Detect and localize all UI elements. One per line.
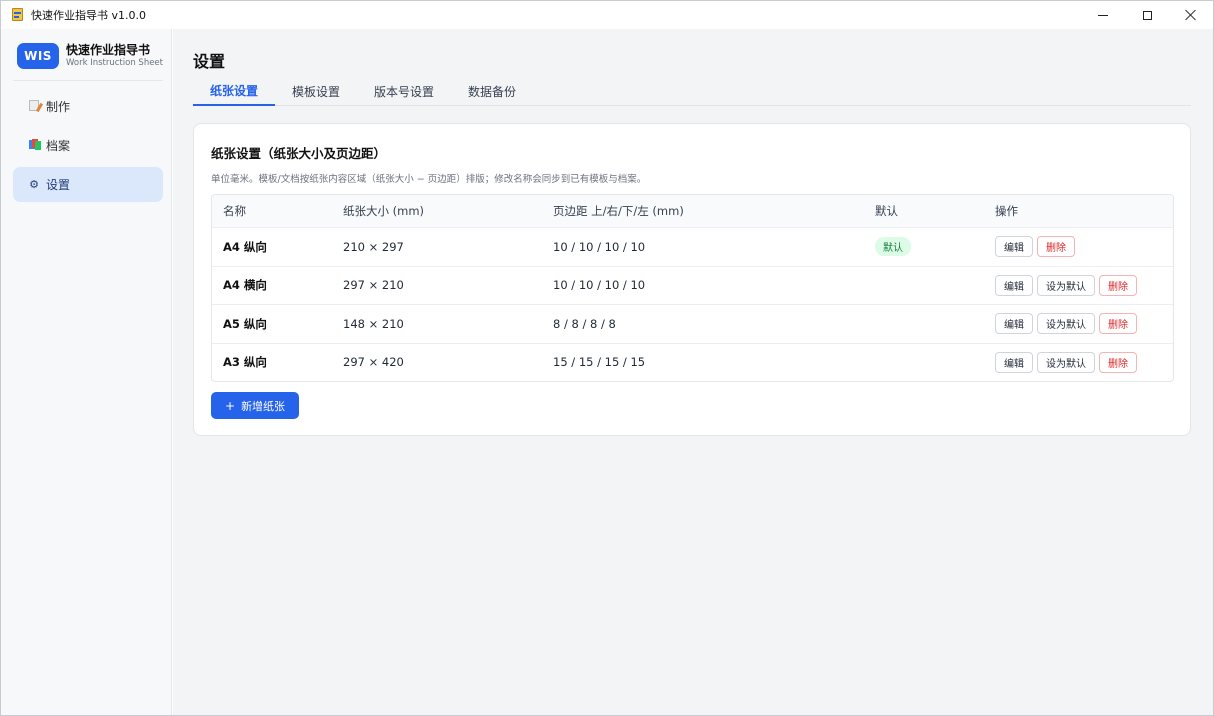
close-button[interactable] <box>1169 1 1213 29</box>
row-margin: 10 / 10 / 10 / 10 <box>553 278 646 293</box>
edit-button[interactable]: 编辑 <box>995 274 1033 296</box>
minimize-button[interactable] <box>1081 1 1125 29</box>
brand-name: 快速作业指导书 <box>66 43 151 57</box>
edit-button[interactable]: 编辑 <box>995 351 1033 373</box>
files-icon <box>27 139 41 152</box>
row-size: 210 × 297 <box>343 239 404 254</box>
sidebar-item-settings[interactable]: ⚙ 设置 <box>13 167 163 202</box>
sidebar-item-make[interactable]: 制作 <box>13 89 163 124</box>
maximize-icon <box>1142 10 1152 20</box>
table-row: A4 横向 297 × 210 10 / 10 / 10 / 10 编辑 设为默… <box>212 265 1173 305</box>
header-actions: 操作 <box>995 204 1018 218</box>
delete-button[interactable]: 删除 <box>1037 236 1075 258</box>
window-controls <box>1081 1 1213 29</box>
header-default: 默认 <box>875 204 898 218</box>
brand: WIS 快速作业指导书 Work Instruction Sheet <box>17 43 163 69</box>
window-title: 快速作业指导书 v1.0.0 <box>31 9 146 22</box>
table-row: A5 纵向 148 × 210 8 / 8 / 8 / 8 编辑 设为默认 删除 <box>212 304 1173 343</box>
row-name: A5 纵向 <box>223 316 267 331</box>
brand-logo: WIS <box>17 43 59 69</box>
default-badge: 默认 <box>875 237 911 257</box>
card-title: 纸张设置（纸张大小及页边距） <box>211 146 387 161</box>
header-name: 名称 <box>223 204 246 218</box>
main-content: 设置 纸张设置 模板设置 版本号设置 数据备份 纸张设置（纸张大小及页边距） 单… <box>173 29 1213 715</box>
edit-button[interactable]: 编辑 <box>995 236 1033 258</box>
set-default-button[interactable]: 设为默认 <box>1037 351 1095 373</box>
delete-button[interactable]: 删除 <box>1099 351 1137 373</box>
row-name: A4 纵向 <box>223 239 267 254</box>
row-size: 148 × 210 <box>343 316 404 331</box>
set-default-button[interactable]: 设为默认 <box>1037 313 1095 335</box>
title-bar[interactable]: 快速作业指导书 v1.0.0 <box>1 1 1213 29</box>
edit-doc-icon <box>27 99 41 114</box>
app-icon <box>11 8 25 22</box>
row-name: A3 纵向 <box>223 355 267 370</box>
minimize-icon <box>1098 14 1108 16</box>
sidebar: WIS 快速作业指导书 Work Instruction Sheet 制作 档案… <box>1 29 172 715</box>
row-name: A4 横向 <box>223 278 267 293</box>
edit-button[interactable]: 编辑 <box>995 313 1033 335</box>
delete-button[interactable]: 删除 <box>1099 274 1137 296</box>
table-row: A3 纵向 297 × 420 15 / 15 / 15 / 15 编辑 设为默… <box>212 342 1173 382</box>
maximize-button[interactable] <box>1125 1 1169 29</box>
close-icon <box>1185 9 1197 21</box>
set-default-button[interactable]: 设为默认 <box>1037 274 1095 296</box>
app-window: 快速作业指导书 v1.0.0 WIS 快速作业指导书 Work Instruct… <box>0 0 1214 716</box>
row-margin: 15 / 15 / 15 / 15 <box>553 355 646 370</box>
row-margin: 10 / 10 / 10 / 10 <box>553 239 646 254</box>
row-size: 297 × 420 <box>343 355 404 370</box>
brand-subtitle: Work Instruction Sheet <box>66 58 163 68</box>
header-size: 纸张大小 (mm) <box>343 204 425 218</box>
card-description: 单位毫米。模板/文档按纸张内容区域（纸张大小 − 页边距）排版；修改名称会同步到… <box>211 174 647 185</box>
gear-icon: ⚙ <box>29 178 39 191</box>
tab-template[interactable]: 模板设置 <box>275 77 357 106</box>
sidebar-nav: 制作 档案 ⚙ 设置 <box>13 89 163 206</box>
row-size: 297 × 210 <box>343 278 404 293</box>
row-margin: 8 / 8 / 8 / 8 <box>553 316 616 331</box>
brand-divider <box>13 80 163 81</box>
sidebar-item-label: 制作 <box>46 100 71 114</box>
plus-icon: + <box>225 398 236 413</box>
sidebar-item-label: 档案 <box>46 139 71 153</box>
paper-table: 名称 纸张大小 (mm) 页边距 上/右/下/左 (mm) 默认 操作 A4 纵… <box>211 194 1174 382</box>
table-row: A4 纵向 210 × 297 10 / 10 / 10 / 10 默认 编辑 … <box>212 227 1173 266</box>
sidebar-item-archive[interactable]: 档案 <box>13 128 163 163</box>
tab-backup[interactable]: 数据备份 <box>451 77 533 106</box>
table-header: 名称 纸张大小 (mm) 页边距 上/右/下/左 (mm) 默认 操作 <box>212 195 1173 227</box>
header-margin: 页边距 上/右/下/左 (mm) <box>553 204 684 218</box>
tab-version[interactable]: 版本号设置 <box>357 77 451 106</box>
page-title: 设置 <box>193 52 226 71</box>
delete-button[interactable]: 删除 <box>1099 313 1137 335</box>
add-paper-button[interactable]: + 新增纸张 <box>211 392 300 419</box>
add-paper-label: 新增纸张 <box>241 399 286 413</box>
tab-paper[interactable]: 纸张设置 <box>193 77 276 106</box>
paper-settings-card: 纸张设置（纸张大小及页边距） 单位毫米。模板/文档按纸张内容区域（纸张大小 − … <box>193 123 1191 436</box>
sidebar-item-label: 设置 <box>46 178 71 192</box>
tab-bar: 纸张设置 模板设置 版本号设置 数据备份 <box>193 77 1191 106</box>
